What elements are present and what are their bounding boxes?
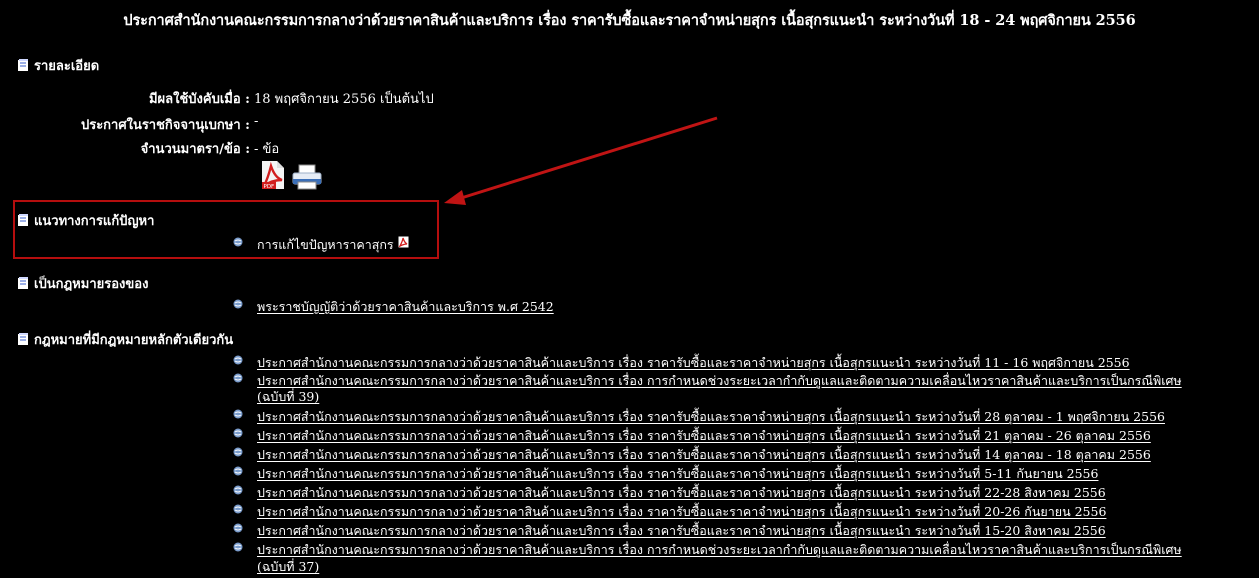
pdf-small-icon[interactable] [398,236,409,248]
related-heading: กฎหมายที่มีกฎหมายหลักตัวเดียวกัน [34,333,234,348]
related-item[interactable]: ประกาศสำนักงานคณะกรรมการกลางว่าด้วยราคาส… [233,483,1106,503]
related-item[interactable]: ประกาศสำนักงานคณะกรรมการกลางว่าด้วยราคาส… [233,445,1151,465]
subordinate-heading: เป็นกฎหมายรองของ [34,277,149,292]
gazette-row: ประกาศในราชกิจจานุเบกษา : [0,114,250,133]
subordinate-link[interactable]: พระราชบัญญัติว่าด้วยราคาสินค้าและบริการ … [257,297,554,317]
related-link[interactable]: ประกาศสำนักงานคณะกรรมการกลางว่าด้วยราคาส… [257,426,1151,446]
related-item-continuation[interactable]: (ฉบับที่ 37) [257,557,319,577]
related-item[interactable]: ประกาศสำนักงานคณะกรรมการกลางว่าด้วยราคาส… [233,540,1182,560]
globe-bullet-icon [233,466,243,476]
related-item[interactable]: ประกาศสำนักงานคณะกรรมการกลางว่าด้วยราคาส… [233,426,1151,446]
related-link[interactable]: ประกาศสำนักงานคณะกรรมการกลางว่าด้วยราคาส… [257,483,1106,503]
section-related: กฎหมายที่มีกฎหมายหลักตัวเดียวกัน [18,329,233,350]
related-link[interactable]: ประกาศสำนักงานคณะกรรมการกลางว่าด้วยราคาส… [257,464,1098,484]
page-title: ประกาศสำนักงานคณะกรรมการกลางว่าด้วยราคาส… [123,12,1136,29]
related-link[interactable]: (ฉบับที่ 37) [257,557,319,577]
pdf-icon[interactable]: PDF [259,160,287,190]
related-link[interactable]: ประกาศสำนักงานคณะกรรมการกลางว่าด้วยราคาส… [257,540,1182,560]
related-link[interactable]: ประกาศสำนักงานคณะกรรมการกลางว่าด้วยราคาส… [257,445,1151,465]
globe-bullet-icon [233,355,243,365]
related-link[interactable]: ประกาศสำนักงานคณะกรรมการกลางว่าด้วยราคาส… [257,502,1106,522]
subordinate-item[interactable]: พระราชบัญญัติว่าด้วยราคาสินค้าและบริการ … [233,297,554,317]
book-icon [18,277,28,289]
book-icon [18,59,28,71]
globe-bullet-icon [233,428,243,438]
globe-bullet-icon [233,485,243,495]
book-icon [18,214,28,226]
related-link[interactable]: ประกาศสำนักงานคณะกรรมการกลางว่าด้วยราคาส… [257,521,1106,541]
related-link[interactable]: ประกาศสำนักงานคณะกรรมการกลางว่าด้วยราคาส… [257,353,1130,373]
globe-bullet-icon [233,447,243,457]
section-solution: แนวทางการแก้ปัญหา [18,210,154,231]
print-icon[interactable] [291,164,323,190]
solution-item[interactable]: การแก้ไขปัญหาราคาสุกร [233,235,409,255]
globe-bullet-icon [233,237,243,247]
related-item[interactable]: ประกาศสำนักงานคณะกรรมการกลางว่าด้วยราคาส… [233,371,1182,391]
globe-bullet-icon [233,299,243,309]
sections-row: จำนวนมาตรา/ข้อ : [0,138,250,157]
effective-date-label: มีผลใช้บังคับเมื่อ : [148,92,250,107]
related-item[interactable]: ประกาศสำนักงานคณะกรรมการกลางว่าด้วยราคาส… [233,502,1106,522]
globe-bullet-icon [233,523,243,533]
related-item[interactable]: ประกาศสำนักงานคณะกรรมการกลางว่าด้วยราคาส… [233,464,1098,484]
globe-bullet-icon [233,542,243,552]
effective-date-row: มีผลใช้บังคับเมื่อ : [0,88,250,107]
section-subordinate: เป็นกฎหมายรองของ [18,273,148,294]
related-link[interactable]: ประกาศสำนักงานคณะกรรมการกลางว่าด้วยราคาส… [257,407,1165,427]
related-item[interactable]: ประกาศสำนักงานคณะกรรมการกลางว่าด้วยราคาส… [233,521,1106,541]
book-icon [18,333,28,345]
solution-heading: แนวทางการแก้ปัญหา [34,214,155,229]
related-link[interactable]: ประกาศสำนักงานคณะกรรมการกลางว่าด้วยราคาส… [257,371,1182,391]
related-link[interactable]: (ฉบับที่ 39) [257,387,319,407]
sections-label: จำนวนมาตรา/ข้อ : [140,142,250,157]
details-heading: รายละเอียด [34,59,100,74]
section-details: รายละเอียด [18,55,99,76]
related-item[interactable]: ประกาศสำนักงานคณะกรรมการกลางว่าด้วยราคาส… [233,353,1130,373]
globe-bullet-icon [233,504,243,514]
globe-bullet-icon [233,373,243,383]
related-item-continuation[interactable]: (ฉบับที่ 39) [257,387,319,407]
solution-link[interactable]: การแก้ไขปัญหาราคาสุกร [257,235,394,255]
svg-text:PDF: PDF [264,184,275,190]
gazette-label: ประกาศในราชกิจจานุเบกษา : [80,118,250,133]
related-item[interactable]: ประกาศสำนักงานคณะกรรมการกลางว่าด้วยราคาส… [233,407,1165,427]
globe-bullet-icon [233,409,243,419]
